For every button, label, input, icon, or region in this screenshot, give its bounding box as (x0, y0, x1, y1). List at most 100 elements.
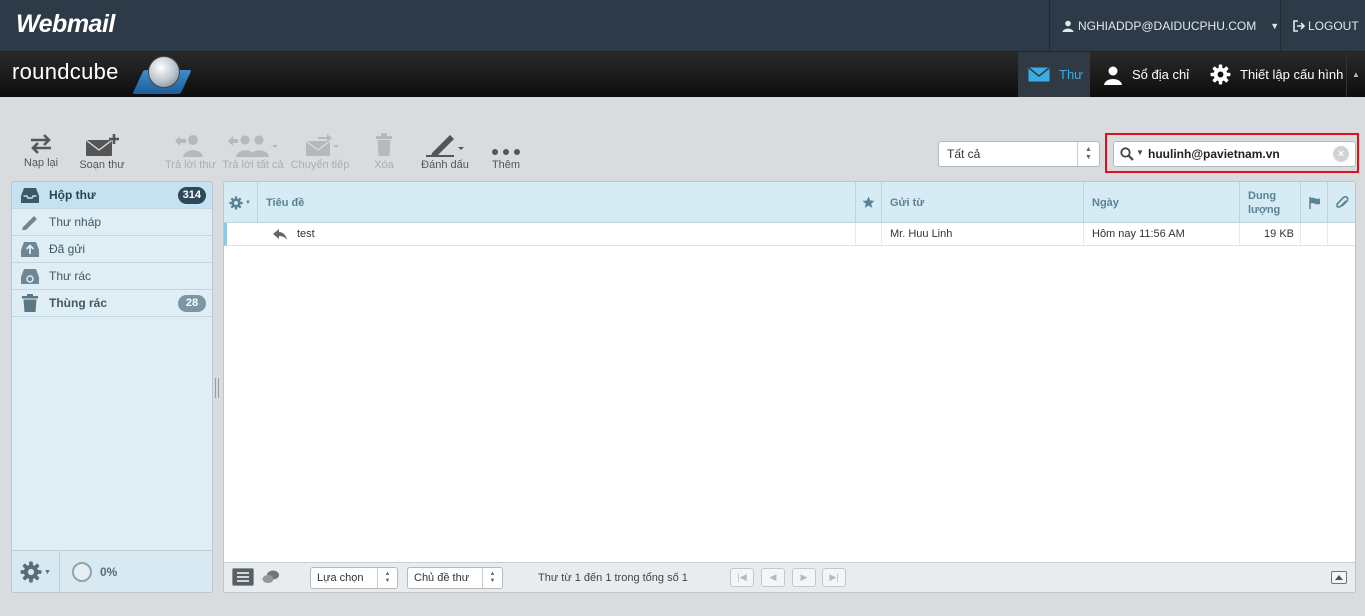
flag-icon (1309, 196, 1320, 209)
table-row[interactable]: test Mr. Huu Linh Hôm nay 11:56 AM 19 KB (224, 223, 1355, 246)
message-subject: test (297, 228, 315, 240)
tab-contacts[interactable]: Sổ địa chỉ (1103, 52, 1189, 97)
column-flag[interactable] (1301, 182, 1328, 223)
mark-button[interactable]: Đánh dấu (420, 133, 470, 171)
column-date-label: Ngày (1092, 196, 1119, 209)
nav-bar: roundcube Thư Sổ địa chỉ Thiết lập cấu h… (0, 52, 1365, 97)
compose-button[interactable]: Soạn thư (78, 133, 126, 171)
chevron-down-icon: ▼ (245, 199, 251, 206)
folder-inbox[interactable]: Hộp thư 314 (12, 182, 212, 209)
folder-options-button[interactable]: ▼ (12, 551, 60, 592)
forward-label: Chuyển tiếp (290, 159, 350, 171)
column-from[interactable]: Gửi từ (882, 182, 1084, 223)
paperclip-icon (1336, 195, 1349, 208)
refresh-label: Nạp lại (23, 157, 59, 169)
column-flagged[interactable] (856, 182, 882, 223)
select-dropdown-label: Lựa chọn (317, 572, 364, 584)
threads-dropdown-label: Chủ đề thư (414, 572, 470, 584)
threads-view-button[interactable] (262, 570, 280, 587)
message-list-header: ▼ Tiêu đề Gửi từ Ngày Dung lượng (224, 182, 1355, 223)
filter-select[interactable]: Tất cả ▲ ▼ (938, 141, 1100, 167)
webmail-logo: Webmail (16, 10, 115, 38)
threads-dropdown[interactable]: Chủ đề thư ▲ ▼ (407, 567, 503, 589)
reply-all-button[interactable]: Trả lời tất cả (222, 133, 284, 171)
message-count-text: Thư từ 1 đến 1 trong tổng số 1 (538, 572, 688, 584)
folder-junk[interactable]: Thư rác (12, 263, 212, 290)
person-icon (1104, 66, 1122, 85)
folder-sent-label: Đã gửi (49, 242, 86, 256)
compose-icon (86, 134, 119, 156)
list-view-button[interactable] (232, 568, 254, 586)
message-date: Hôm nay 11:56 AM (1084, 223, 1240, 245)
user-menu[interactable]: NGHIADDP@DAIDUCPHU.COM ▼ (1049, 0, 1280, 52)
forward-button[interactable]: Chuyển tiếp (290, 133, 350, 171)
trash-icon (22, 294, 38, 312)
panel-splitter[interactable] (215, 378, 219, 398)
select-spinner-icon: ▲ ▼ (377, 568, 397, 588)
folder-list: Hộp thư 314 Thư nháp Đã gửi Thư rác Thùn… (11, 181, 213, 593)
reply-icon (175, 135, 203, 157)
column-size-label-line1: Dung (1248, 189, 1277, 202)
last-page-button[interactable]: ▶| (822, 568, 846, 587)
search-options-chevron-icon[interactable]: ▼ (1136, 148, 1144, 157)
quota-indicator: 0% (72, 562, 117, 582)
list-options-button[interactable]: ▼ (224, 182, 258, 223)
search-input[interactable] (1148, 145, 1328, 163)
search-box: ▼ × (1113, 141, 1356, 167)
trash-icon (376, 133, 392, 156)
tab-contacts-label: Sổ địa chỉ (1132, 67, 1190, 82)
gear-icon (20, 561, 42, 583)
prev-page-button[interactable]: ◀ (761, 568, 785, 587)
message-status-flag-cell[interactable] (1301, 223, 1328, 245)
message-size: 19 KB (1240, 223, 1301, 245)
folder-panel-footer: ▼ 0% (12, 550, 212, 592)
forward-icon (306, 134, 339, 156)
folder-inbox-label: Hộp thư (49, 188, 96, 202)
column-subject[interactable]: Tiêu đề (258, 182, 856, 223)
user-icon (1062, 20, 1074, 32)
clear-search-icon[interactable]: × (1333, 146, 1349, 162)
logout-icon (1293, 20, 1305, 32)
reply-button[interactable]: Trả lời thư (165, 133, 216, 171)
folder-trash[interactable]: Thùng rác 28 (12, 290, 212, 317)
message-attachment-cell (1328, 223, 1355, 245)
replied-icon (273, 228, 287, 240)
compose-label: Soạn thư (79, 159, 125, 171)
column-subject-label: Tiêu đề (266, 196, 305, 209)
toggle-preview-button[interactable] (1331, 571, 1347, 584)
pencil-icon (426, 135, 464, 157)
chevron-down-icon: ▼ (44, 568, 51, 576)
select-dropdown[interactable]: Lựa chọn ▲ ▼ (310, 567, 398, 589)
column-from-label: Gửi từ (890, 196, 925, 209)
folder-drafts-label: Thư nháp (49, 215, 102, 229)
column-attachment[interactable] (1328, 182, 1355, 223)
sent-icon (21, 242, 39, 257)
folder-sent[interactable]: Đã gửi (12, 236, 212, 263)
folder-trash-label: Thùng rác (49, 296, 108, 310)
star-icon (862, 196, 875, 208)
unread-count-badge: 314 (177, 187, 206, 204)
next-page-button[interactable]: ▶ (792, 568, 816, 587)
tab-settings[interactable]: Thiết lập cấu hình (1210, 52, 1343, 97)
trash-count-badge: 28 (178, 295, 206, 312)
tab-mail[interactable]: Thư (1018, 52, 1090, 97)
reply-label: Trả lời thư (165, 159, 216, 171)
folder-drafts[interactable]: Thư nháp (12, 209, 212, 236)
search-icon[interactable] (1120, 147, 1134, 161)
junk-icon (21, 269, 39, 284)
expand-up-icon (1335, 575, 1343, 580)
more-button[interactable]: Thêm (488, 133, 524, 171)
refresh-icon (31, 134, 51, 154)
message-flag-cell[interactable] (856, 223, 882, 245)
gear-icon (229, 195, 243, 210)
column-date[interactable]: Ngày (1084, 182, 1240, 223)
logout-button[interactable]: LOGOUT (1280, 0, 1365, 52)
nav-scroll-button[interactable]: ▲ (1346, 52, 1365, 97)
threads-icon (262, 570, 279, 583)
refresh-button[interactable]: Nạp lại (22, 133, 60, 169)
first-page-button[interactable]: |◀ (730, 568, 754, 587)
inbox-icon (21, 188, 39, 203)
delete-button[interactable]: Xóa (372, 133, 396, 171)
column-size[interactable]: Dung lượng (1240, 182, 1301, 223)
reply-all-icon (228, 135, 278, 157)
